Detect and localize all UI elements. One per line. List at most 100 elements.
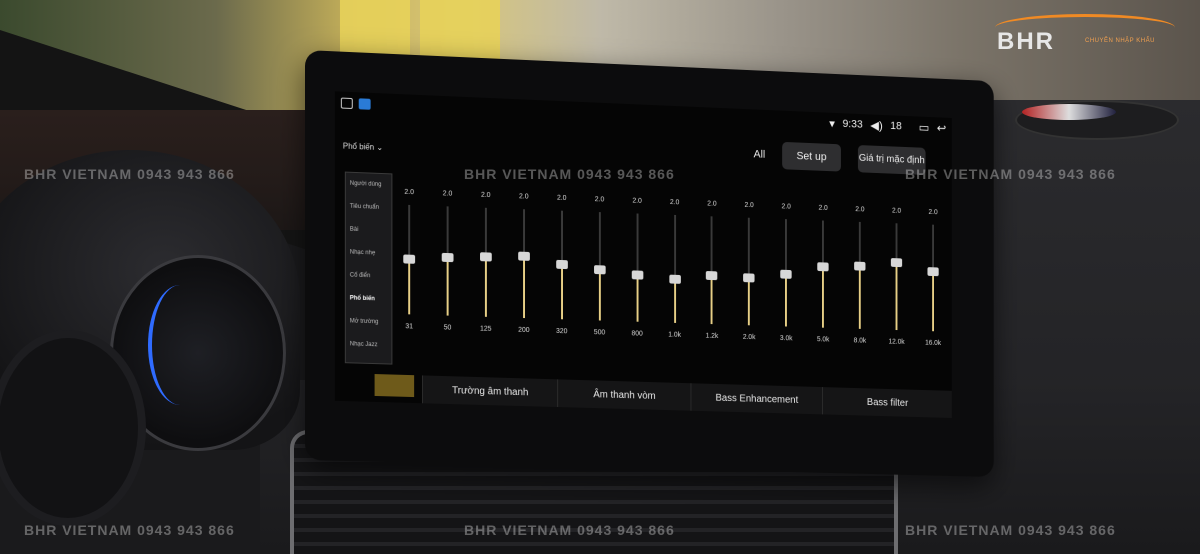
sound-tab[interactable]: Âm thanh vòm — [557, 379, 691, 411]
preset-item[interactable]: Tiêu chuẩn — [346, 196, 392, 221]
eq-band-value: 2.0 — [781, 203, 791, 211]
eq-band-value: 2.0 — [404, 188, 414, 197]
eq-band: 2.0 1.0k — [660, 199, 689, 382]
logo-text: BHR — [997, 28, 1055, 55]
volume-level: 18 — [890, 120, 902, 133]
eq-band-value: 2.0 — [480, 191, 491, 200]
eq-slider-fill — [858, 270, 861, 329]
eq-band: 2.0 125 — [471, 191, 500, 375]
eq-band-frequency: 125 — [480, 325, 492, 333]
eq-slider-fill — [748, 282, 751, 326]
eq-slider-knob[interactable] — [631, 270, 643, 280]
eq-band: 2.0 12.0k — [882, 207, 910, 387]
eq-slider-fill — [484, 261, 487, 317]
eq-slider-knob[interactable] — [441, 253, 454, 263]
eq-band-value: 2.0 — [556, 194, 567, 202]
eq-slider-knob[interactable] — [854, 261, 866, 271]
eq-slider-knob[interactable] — [668, 274, 681, 284]
eq-band: 2.0 8.0k — [846, 206, 874, 387]
eq-slider-knob[interactable] — [555, 259, 568, 269]
eq-slider-fill — [932, 275, 935, 332]
eq-slider-knob[interactable] — [593, 264, 606, 275]
eq-band-frequency: 500 — [593, 329, 606, 337]
preset-item[interactable]: Bài — [346, 219, 392, 244]
eq-band-value: 2.0 — [594, 196, 605, 204]
eq-band: 2.0 16.0k — [919, 209, 947, 389]
preset-item[interactable]: Người dùng — [346, 173, 392, 198]
window-icon[interactable]: ▭ — [919, 120, 930, 134]
watermark: BHR VIETNAM 0943 943 866 — [905, 522, 1116, 538]
eq-slider-fill — [636, 279, 639, 322]
eq-slider-fill — [785, 278, 788, 327]
eq-band: 2.0 2.0k — [735, 202, 764, 384]
eq-slider-knob[interactable] — [780, 269, 792, 279]
preset-item[interactable]: Cổ điển — [346, 264, 392, 288]
eq-slider-fill — [446, 262, 449, 316]
back-icon[interactable]: ↩ — [937, 121, 946, 135]
sound-tab[interactable]: Bass filter — [821, 387, 952, 418]
watermark: BHR VIETNAM 0943 943 866 — [24, 166, 235, 182]
eq-band: 2.0 500 — [585, 196, 614, 379]
watermark: BHR VIETNAM 0943 943 866 — [464, 166, 675, 182]
eq-band-value: 2.0 — [669, 199, 680, 207]
preset-item[interactable]: Mở trường — [346, 310, 392, 334]
eq-band-value: 2.0 — [855, 206, 865, 214]
eq-slider-knob[interactable] — [706, 271, 718, 281]
eq-band: 2.0 200 — [509, 193, 538, 377]
eq-band-frequency: 3.0k — [779, 335, 793, 343]
watermark: BHR VIETNAM 0943 943 866 — [905, 166, 1116, 182]
eq-slider-knob[interactable] — [890, 258, 903, 268]
eq-band-value: 2.0 — [818, 204, 828, 212]
eq-slider-knob[interactable] — [403, 253, 416, 264]
gauge-arc — [148, 285, 212, 405]
eq-band-frequency: 50 — [443, 324, 452, 332]
eq-slider-knob[interactable] — [743, 273, 755, 283]
eq-slider-fill — [598, 274, 601, 321]
head-unit: ▾ 9:33 ◀) 18 ▭ ↩ Phổ biến ⌄ All Set up G… — [305, 50, 994, 478]
sound-tab[interactable]: Bass Enhancement — [690, 383, 822, 415]
preset-list: Người dùng Tiêu chuẩn Bài Nhạc nhẹ Cổ điển Ph… — [344, 171, 393, 365]
eq-band: 2.0 5.0k — [809, 204, 837, 385]
preset-item[interactable]: Phổ biến — [346, 287, 392, 311]
eq-band: 2.0 800 — [623, 197, 652, 380]
sound-tab[interactable]: Trường âm thanh — [422, 375, 558, 408]
eq-band: 2.0 50 — [433, 190, 463, 375]
eq-band-value: 2.0 — [442, 190, 453, 198]
preset-item[interactable]: Nhạc Jazz — [346, 333, 392, 357]
all-button[interactable]: All — [754, 149, 766, 161]
eq-band-frequency: 16.0k — [925, 339, 942, 347]
active-tab-indicator — [374, 374, 415, 398]
eq-slider-fill — [711, 280, 713, 325]
brand-logo: BHR CHUYÊN NHẬP KHẨU — [985, 14, 1185, 58]
eq-band-frequency: 5.0k — [816, 336, 830, 344]
watermark: BHR VIETNAM 0943 943 866 — [464, 522, 675, 538]
volume-icon: ◀) — [870, 118, 883, 133]
preset-item[interactable]: Nhạc nhẹ — [346, 241, 392, 266]
eq-band: 2.0 3.0k — [772, 203, 801, 385]
eq-slider-fill — [408, 263, 411, 315]
eq-slider-knob[interactable] — [517, 251, 530, 261]
eq-slider-knob[interactable] — [927, 267, 939, 277]
setup-button[interactable]: Set up — [782, 141, 841, 172]
notification-icon[interactable] — [358, 98, 371, 110]
eq-band-value: 2.0 — [891, 207, 902, 215]
eq-slider-knob[interactable] — [479, 252, 492, 262]
eq-band-value: 2.0 — [928, 209, 938, 217]
eq-screen: ▾ 9:33 ◀) 18 ▭ ↩ Phổ biến ⌄ All Set up G… — [334, 91, 952, 418]
eq-band-frequency: 1.2k — [705, 332, 719, 340]
eq-band-value: 2.0 — [519, 193, 529, 201]
eq-slider-fill — [822, 271, 825, 328]
app-icon[interactable] — [340, 97, 353, 110]
eq-band-value: 2.0 — [744, 201, 754, 210]
eq-band: 2.0 320 — [547, 194, 576, 378]
eq-band-frequency: 200 — [518, 326, 530, 335]
eq-slider-knob[interactable] — [817, 262, 829, 272]
equalizer: 2.0 31 2.0 50 2.0 125 2.0 200 2.0 320 2.0 500 2.0 800… — [394, 188, 947, 388]
watermark: BHR VIETNAM 0943 943 866 — [24, 522, 235, 538]
eq-band-frequency: 31 — [405, 323, 414, 331]
preset-dropdown[interactable]: Phổ biến ⌄ — [343, 142, 383, 153]
eq-slider-fill — [895, 267, 898, 331]
eq-band: 2.0 31 — [394, 188, 424, 373]
steering-wheel — [0, 330, 146, 526]
eq-band-frequency: 8.0k — [853, 337, 867, 345]
